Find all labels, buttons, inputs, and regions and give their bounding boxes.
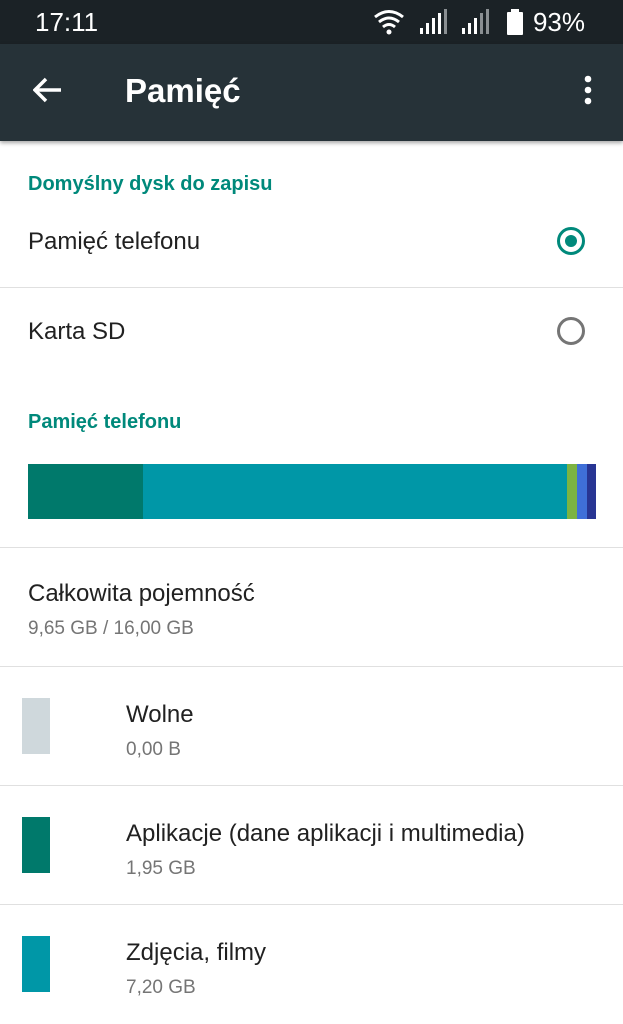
- category-label: Zdjęcia, filmy: [126, 939, 267, 966]
- divider: [0, 547, 623, 548]
- total-capacity-label: Całkowita pojemność: [28, 580, 255, 607]
- category-text: Aplikacje (dane aplikacji i multimedia) …: [126, 820, 525, 880]
- usage-segment-apps: [28, 464, 144, 519]
- usage-segment-navy: [587, 464, 596, 519]
- usage-segment-green: [567, 464, 578, 519]
- category-label: Wolne: [126, 701, 194, 728]
- category-photos[interactable]: Zdjęcia, filmy 7,20 GB: [0, 905, 623, 1023]
- radio-button-unchecked[interactable]: [557, 317, 585, 345]
- phone-storage-header: Pamięć telefonu: [28, 411, 182, 433]
- category-value: 0,00 B: [126, 739, 181, 760]
- storage-option-phone[interactable]: Pamięć telefonu: [0, 200, 623, 290]
- category-color-swatch: [22, 698, 50, 754]
- status-bar: 17:11 93%: [0, 0, 623, 44]
- usage-segment-blue: [577, 464, 588, 519]
- battery-percent: 93%: [532, 6, 585, 37]
- arrow-back-icon: [32, 77, 63, 108]
- usage-segment-photos: [143, 464, 568, 519]
- storage-option-sd[interactable]: Karta SD: [0, 290, 623, 380]
- signal-icon: [461, 9, 489, 35]
- storage-usage-bar: [28, 464, 596, 519]
- category-free[interactable]: Wolne 0,00 B: [0, 667, 623, 785]
- storage-option-label: Pamięć telefonu: [28, 228, 201, 255]
- status-icons: 93%: [373, 6, 585, 38]
- category-text: Zdjęcia, filmy 7,20 GB: [126, 939, 266, 999]
- storage-option-label: Karta SD: [28, 318, 126, 345]
- divider: [0, 287, 623, 288]
- category-apps[interactable]: Aplikacje (dane aplikacji i multimedia) …: [0, 786, 623, 904]
- category-color-swatch: [22, 817, 50, 873]
- signal-icon: [419, 9, 447, 35]
- back-button[interactable]: [26, 70, 70, 114]
- status-time: 17:11: [35, 7, 99, 37]
- page-title: Pamięć: [125, 72, 241, 109]
- radio-button-checked[interactable]: [557, 227, 585, 255]
- default-storage-header: Domyślny dysk do zapisu: [28, 173, 273, 195]
- more-vert-icon: [584, 75, 592, 110]
- battery-icon: [506, 9, 523, 35]
- overflow-menu-button[interactable]: [573, 70, 603, 114]
- app-bar: Pamięć: [0, 44, 623, 141]
- total-capacity-value: 9,65 GB / 16,00 GB: [28, 618, 194, 639]
- category-value: 7,20 GB: [126, 977, 196, 998]
- category-value: 1,95 GB: [126, 858, 196, 879]
- category-text: Wolne 0,00 B: [126, 701, 194, 761]
- category-label: Aplikacje (dane aplikacji i multimedia): [126, 820, 525, 847]
- category-color-swatch: [22, 936, 50, 992]
- total-capacity: Całkowita pojemność 9,65 GB / 16,00 GB: [28, 580, 255, 640]
- wifi-icon: [373, 9, 405, 35]
